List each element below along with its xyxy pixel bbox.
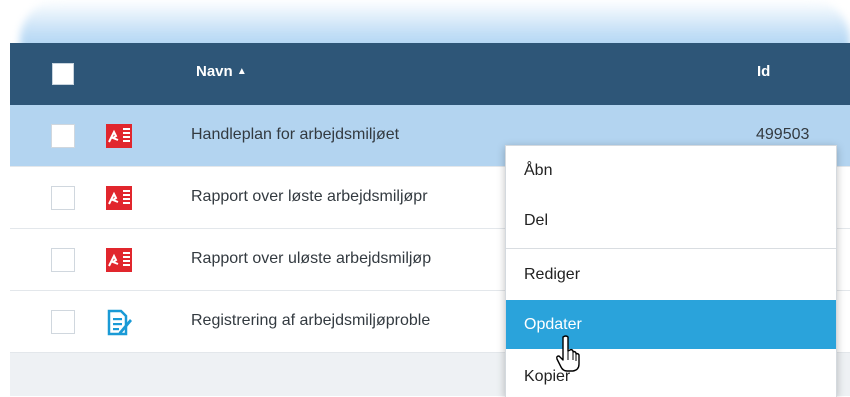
menu-item-open[interactable]: Åbn xyxy=(506,146,836,195)
sort-ascending-icon: ▲ xyxy=(236,66,247,77)
form-edit-icon xyxy=(107,309,132,336)
hand-cursor-icon xyxy=(556,335,580,372)
column-header-name-label: Navn xyxy=(196,63,233,80)
row-checkbox[interactable] xyxy=(51,310,75,334)
menu-item-edit[interactable]: Rediger xyxy=(506,250,836,299)
pdf-icon xyxy=(106,124,132,148)
pdf-icon xyxy=(106,248,132,272)
column-header-id[interactable]: Id xyxy=(757,63,770,80)
file-id: 499503 xyxy=(756,126,810,143)
menu-item-share[interactable]: Del xyxy=(506,196,836,245)
menu-divider xyxy=(506,248,836,249)
file-name[interactable]: Registrering af arbejdsmiljøproble xyxy=(191,312,430,330)
row-checkbox[interactable] xyxy=(51,186,75,210)
table-header: Navn ▲ Id xyxy=(10,43,850,105)
row-checkbox[interactable] xyxy=(51,124,75,148)
file-name[interactable]: Handleplan for arbejdsmiljøet xyxy=(191,126,399,144)
select-all-checkbox[interactable] xyxy=(52,63,74,85)
pdf-icon xyxy=(106,186,132,210)
file-name[interactable]: Rapport over uløste arbejdsmiljøp xyxy=(191,250,431,268)
row-checkbox[interactable] xyxy=(51,248,75,272)
column-header-name[interactable]: Navn ▲ xyxy=(196,63,247,80)
file-name[interactable]: Rapport over løste arbejdsmiljøpr xyxy=(191,188,428,206)
